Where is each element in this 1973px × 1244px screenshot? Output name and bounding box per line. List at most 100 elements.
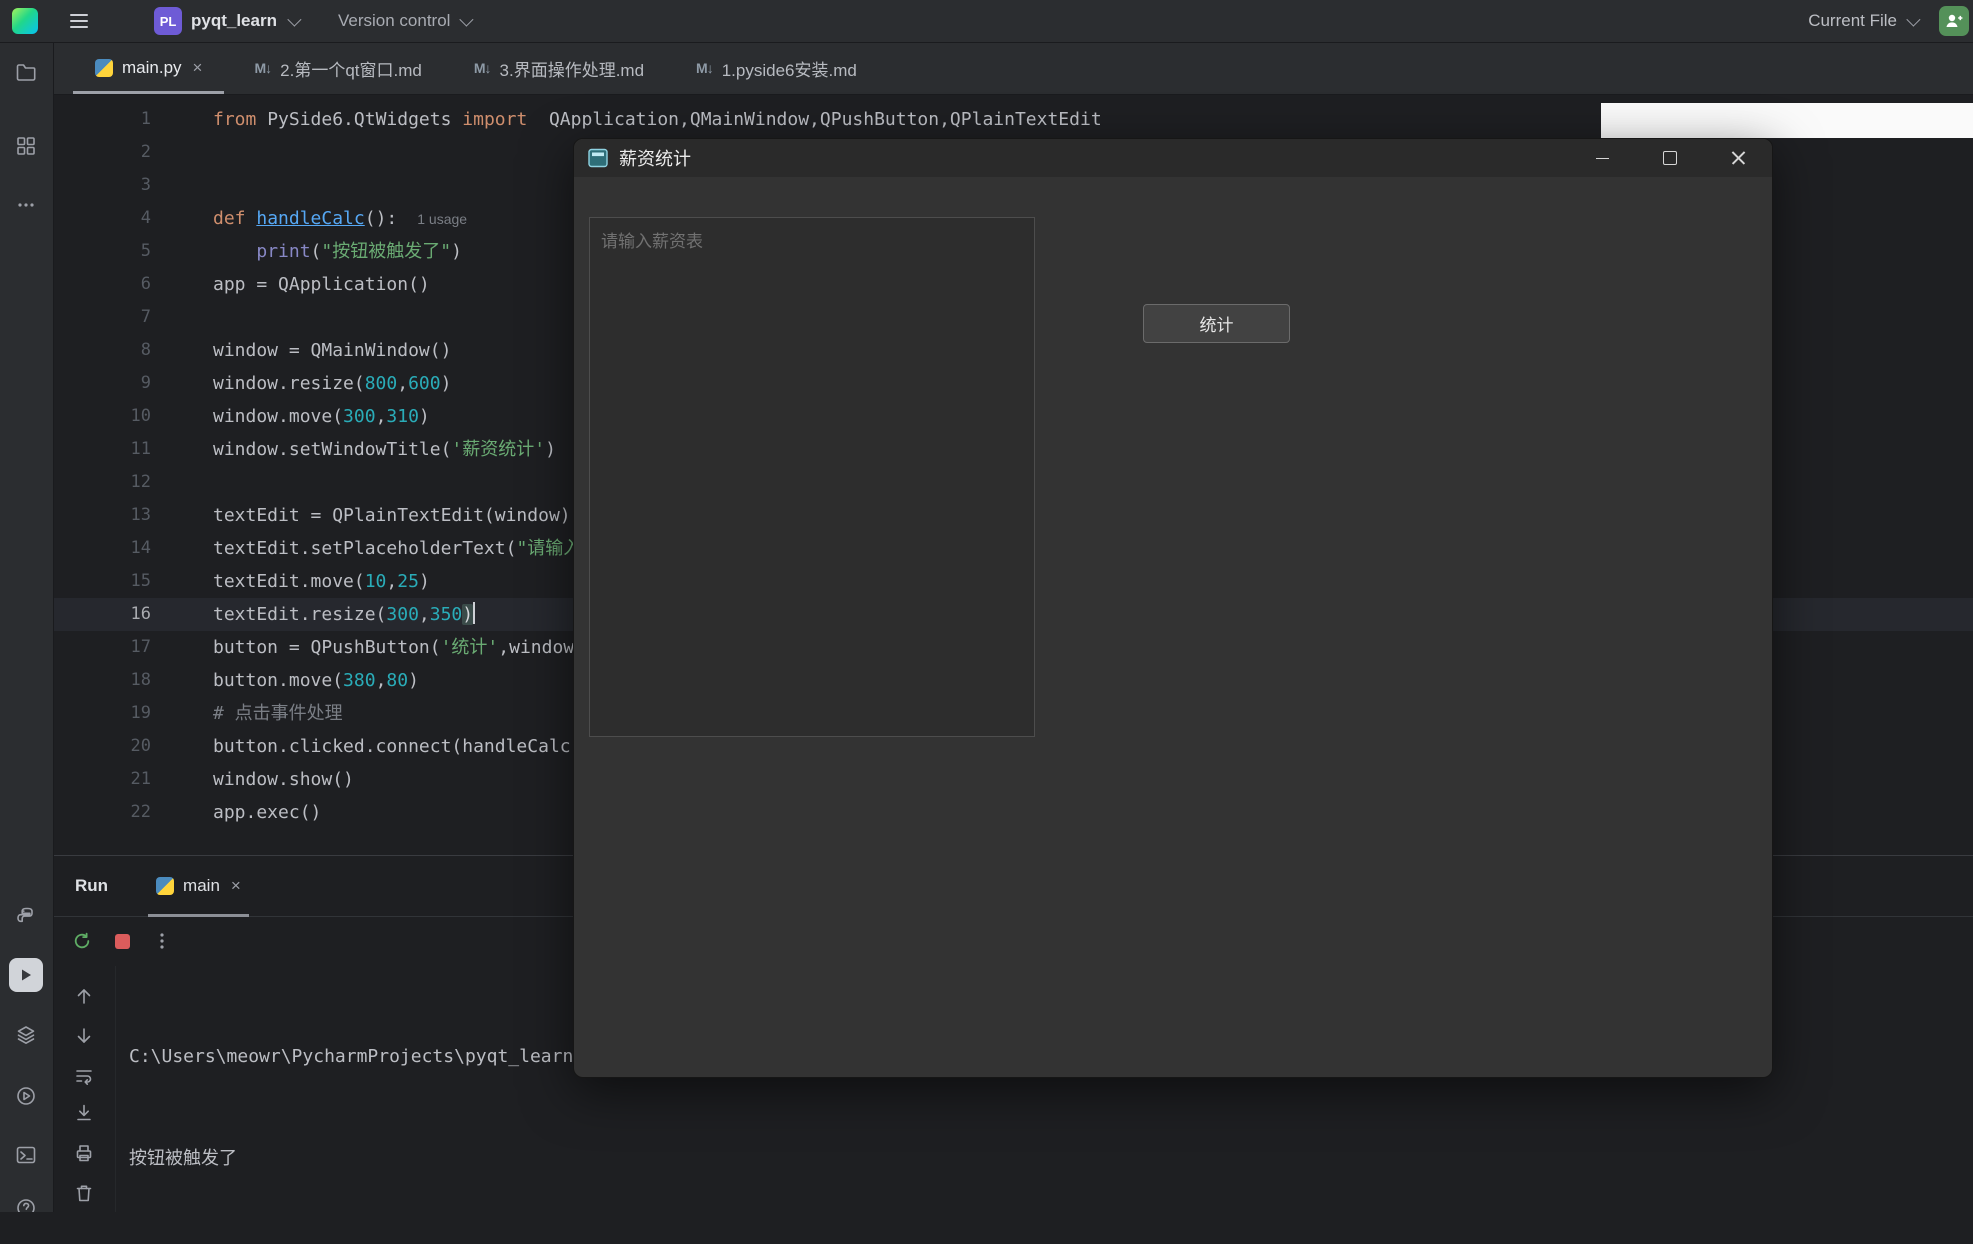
tab-label: main.py bbox=[122, 58, 182, 78]
project-name: pyqt_learn bbox=[191, 11, 277, 31]
project-selector[interactable]: PL pyqt_learn bbox=[154, 7, 298, 35]
console-line: 按钮被触发了 bbox=[129, 1142, 1973, 1176]
code-text: window = QMainWindow() bbox=[213, 334, 451, 367]
version-control-menu[interactable]: Version control bbox=[338, 11, 470, 31]
code-text: textEdit = QPlainTextEdit(window) bbox=[213, 499, 571, 532]
tab-main-py[interactable]: main.py × bbox=[69, 42, 228, 94]
code-text: button = QPushButton('统计',window) bbox=[213, 631, 585, 664]
minimize-icon bbox=[1596, 158, 1609, 159]
qt-app-window[interactable]: 薪资统计 请输入薪资表 统计 bbox=[573, 138, 1773, 1078]
code-text: window.setWindowTitle('薪资统计') bbox=[213, 433, 556, 466]
code-text: app = QApplication() bbox=[213, 268, 430, 301]
structure-icon[interactable] bbox=[15, 135, 37, 157]
folder-icon[interactable] bbox=[15, 61, 37, 83]
editor-tabs: main.py × M↓ 2.第一个qt窗口.md M↓ 3.界面操作处理.md… bbox=[53, 42, 1973, 95]
line-number[interactable]: 15 bbox=[53, 565, 151, 598]
scroll-up-icon[interactable] bbox=[73, 985, 95, 1007]
line-number[interactable]: 9 bbox=[53, 367, 151, 400]
more-tool-windows-icon[interactable] bbox=[15, 194, 37, 216]
tab-label: 3.界面操作处理.md bbox=[500, 56, 645, 81]
line-number[interactable]: 11 bbox=[53, 433, 151, 466]
chevron-down-icon bbox=[287, 13, 301, 27]
help-icon[interactable] bbox=[15, 1197, 37, 1212]
pycharm-logo-icon bbox=[12, 8, 38, 34]
markdown-icon: M↓ bbox=[474, 60, 491, 76]
terminal-icon[interactable] bbox=[15, 1144, 37, 1166]
soft-wrap-icon[interactable] bbox=[73, 1065, 95, 1087]
code-text: print("按钮被触发了") bbox=[213, 235, 462, 268]
code-text: app.exec() bbox=[213, 796, 321, 829]
maximize-button[interactable] bbox=[1636, 139, 1704, 177]
line-number[interactable]: 3 bbox=[53, 169, 151, 202]
maximize-icon bbox=[1663, 151, 1677, 165]
qt-window-titlebar[interactable]: 薪资统计 bbox=[574, 139, 1772, 177]
line-number[interactable]: 20 bbox=[53, 730, 151, 763]
code-text: button.clicked.connect(handleCalc) bbox=[213, 730, 581, 763]
line-number[interactable]: 18 bbox=[53, 664, 151, 697]
python-icon bbox=[95, 59, 113, 77]
markdown-icon: M↓ bbox=[254, 60, 271, 76]
more-options-button[interactable] bbox=[151, 930, 173, 952]
tab-md-3[interactable]: M↓ 3.界面操作处理.md bbox=[448, 42, 670, 94]
line-number[interactable]: 12 bbox=[53, 466, 151, 499]
python-packages-icon[interactable] bbox=[15, 906, 37, 928]
salary-textedit[interactable]: 请输入薪资表 bbox=[589, 217, 1035, 737]
trash-icon[interactable] bbox=[73, 1182, 95, 1204]
stats-button[interactable]: 统计 bbox=[1143, 304, 1290, 343]
run-panel-title: Run bbox=[75, 876, 108, 896]
tab-label: 2.第一个qt窗口.md bbox=[280, 56, 422, 81]
stop-button[interactable] bbox=[111, 930, 133, 952]
line-number[interactable]: 4 bbox=[53, 202, 151, 235]
print-icon[interactable] bbox=[73, 1142, 95, 1164]
line-number[interactable]: 22 bbox=[53, 796, 151, 829]
line-number[interactable]: 19 bbox=[53, 697, 151, 730]
code-text: window.show() bbox=[213, 763, 354, 796]
code-text: textEdit.resize(300,350) bbox=[213, 598, 475, 631]
line-number[interactable]: 1 bbox=[53, 103, 151, 136]
tab-label: 1.pyside6安装.md bbox=[722, 56, 857, 81]
run-tab-main[interactable]: main × bbox=[148, 856, 249, 916]
line-number[interactable]: 8 bbox=[53, 334, 151, 367]
code-with-me-icon[interactable] bbox=[1939, 6, 1969, 36]
markdown-icon: M↓ bbox=[696, 60, 713, 76]
chevron-down-icon bbox=[460, 13, 474, 27]
background-window-strip bbox=[1601, 103, 1973, 138]
code-text: # 点击事件处理 bbox=[213, 697, 343, 730]
line-number[interactable]: 21 bbox=[53, 763, 151, 796]
line-number[interactable]: 13 bbox=[53, 499, 151, 532]
minimize-button[interactable] bbox=[1568, 139, 1636, 177]
project-badge: PL bbox=[154, 7, 182, 35]
close-button[interactable] bbox=[1704, 139, 1772, 177]
line-number[interactable]: 6 bbox=[53, 268, 151, 301]
code-text: window.resize(800,600) bbox=[213, 367, 451, 400]
line-number[interactable]: 14 bbox=[53, 532, 151, 565]
line-number[interactable]: 5 bbox=[53, 235, 151, 268]
line-number[interactable]: 7 bbox=[53, 301, 151, 334]
rerun-button[interactable] bbox=[71, 930, 93, 952]
ide-topbar: PL pyqt_learn Version control Current Fi… bbox=[0, 0, 1973, 43]
code-text: from PySide6.QtWidgets import QApplicati… bbox=[213, 103, 1102, 136]
scroll-down-icon[interactable] bbox=[73, 1025, 95, 1047]
close-icon[interactable]: × bbox=[231, 876, 241, 896]
python-icon bbox=[156, 877, 174, 895]
tab-md-2[interactable]: M↓ 2.第一个qt窗口.md bbox=[228, 42, 447, 94]
close-icon[interactable]: × bbox=[193, 58, 203, 78]
line-number[interactable]: 17 bbox=[53, 631, 151, 664]
current-file-label: Current File bbox=[1808, 11, 1897, 31]
main-menu-button[interactable] bbox=[70, 14, 88, 28]
line-number[interactable]: 2 bbox=[53, 136, 151, 169]
version-control-label: Version control bbox=[338, 11, 450, 31]
scroll-to-end-icon[interactable] bbox=[73, 1102, 95, 1124]
qt-window-title: 薪资统计 bbox=[619, 145, 691, 171]
tab-md-1[interactable]: M↓ 1.pyside6安装.md bbox=[670, 42, 883, 94]
services-icon[interactable] bbox=[15, 1085, 37, 1107]
line-number[interactable]: 10 bbox=[53, 400, 151, 433]
qt-app-icon bbox=[588, 148, 608, 168]
layers-icon[interactable] bbox=[15, 1024, 37, 1046]
line-number[interactable]: 16 bbox=[53, 598, 151, 631]
code-text: textEdit.move(10,25) bbox=[213, 565, 430, 598]
run-tab-label: main bbox=[183, 876, 220, 896]
run-configuration-selector[interactable]: Current File bbox=[1808, 11, 1917, 31]
code-text: def handleCalc():1 usage bbox=[213, 202, 467, 235]
run-tool-window-button[interactable] bbox=[9, 958, 43, 992]
